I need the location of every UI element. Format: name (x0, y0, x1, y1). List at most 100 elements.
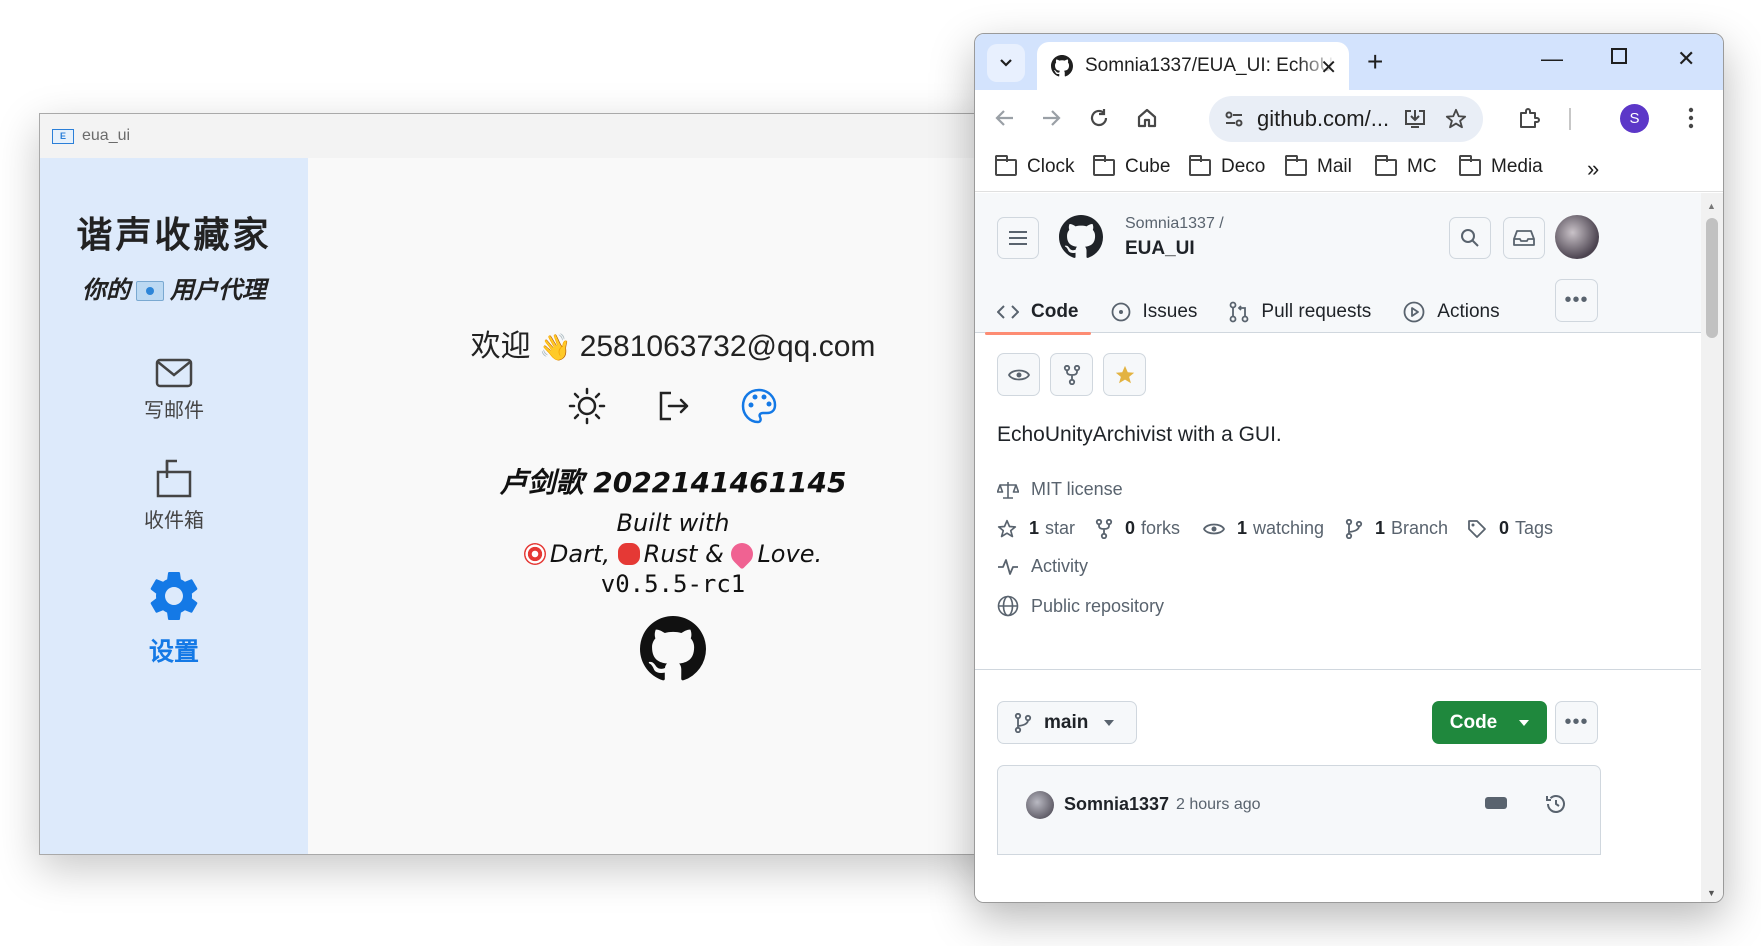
profile-avatar[interactable]: S (1620, 104, 1649, 133)
scroll-up-icon[interactable]: ▲ (1707, 201, 1716, 211)
github-mark-icon[interactable] (1059, 215, 1103, 259)
new-tab-button[interactable]: + (1367, 46, 1383, 78)
bookmark-deco[interactable]: Deco (1189, 154, 1266, 178)
watching-label: watching (1253, 518, 1325, 538)
folder-icon (1093, 154, 1115, 176)
folder-icon (995, 154, 1017, 176)
fork-button[interactable] (1050, 353, 1093, 396)
folder-icon (1375, 154, 1397, 176)
reload-button[interactable] (1085, 104, 1113, 132)
commit-author[interactable]: Somnia1337 (1064, 794, 1169, 815)
commit-author-avatar[interactable] (1026, 791, 1054, 819)
app-window-title: eua_ui (82, 127, 131, 144)
section-divider (975, 669, 1701, 670)
nav-settings-label: 设置 (148, 637, 199, 666)
reload-icon (1090, 109, 1108, 127)
hamburger-menu-button[interactable] (997, 217, 1039, 259)
eye-icon (1007, 369, 1030, 380)
page-scrollbar[interactable]: ▲ ▼ (1701, 193, 1723, 902)
watch-button[interactable] (997, 353, 1040, 396)
more-tabs-button[interactable]: ••• (1555, 279, 1598, 322)
github-logo-icon[interactable] (640, 616, 706, 682)
bookmark-star-icon[interactable] (1445, 108, 1467, 130)
forks-link[interactable]: 0 forks (1095, 518, 1180, 539)
tab-pull-requests-label: Pull requests (1261, 301, 1372, 322)
user-avatar[interactable] (1555, 215, 1599, 259)
tab-search-button[interactable] (987, 44, 1025, 82)
branch-name: main (1044, 711, 1089, 733)
author-line: 卢剑歌 2022141461145 (499, 466, 847, 499)
star-button[interactable] (1103, 353, 1146, 396)
tags-link[interactable]: 0 Tags (1467, 518, 1553, 539)
folder-icon (1189, 154, 1211, 176)
bookmarks-overflow-button[interactable]: » (1587, 156, 1599, 182)
bookmark-mc[interactable]: MC (1375, 154, 1437, 178)
search-button[interactable] (1449, 217, 1491, 259)
bookmark-cube[interactable]: Cube (1093, 154, 1170, 178)
visibility-info: Public repository (997, 595, 1164, 617)
caret-down-icon (1519, 719, 1530, 726)
user-email: 2581063732@qq.com (579, 330, 876, 363)
extensions-button[interactable] (1515, 104, 1543, 132)
app-titlebar[interactable]: E eua_ui (40, 114, 1038, 158)
branch-selector[interactable]: main (997, 701, 1137, 744)
home-button[interactable] (1133, 104, 1161, 132)
version-label: v0.5.5-rc1 (600, 570, 746, 598)
address-bar[interactable]: github.com/... (1209, 96, 1483, 142)
tab-close-icon[interactable]: ✕ (1320, 55, 1337, 80)
bookmark-media[interactable]: Media (1459, 154, 1543, 178)
tab-code-label: Code (1031, 301, 1079, 322)
watching-link[interactable]: 1 watching (1203, 518, 1324, 539)
repo-owner-link[interactable]: Somnia1337 / (1125, 215, 1224, 233)
close-window-button[interactable]: ✕ (1677, 46, 1695, 72)
fork-icon (1095, 518, 1113, 539)
activity-link[interactable]: Activity (997, 556, 1088, 577)
branches-link[interactable]: 1 Branch (1345, 518, 1448, 539)
commit-message-toggle-icon[interactable] (1485, 797, 1507, 809)
back-button[interactable] (991, 104, 1019, 132)
folder-icon (1459, 154, 1481, 176)
minimize-button[interactable]: — (1541, 46, 1563, 72)
bookmark-clock[interactable]: Clock (995, 154, 1075, 178)
repo-name-link[interactable]: EUA_UI (1125, 238, 1195, 260)
palette-icon[interactable] (739, 386, 779, 426)
browser-menu-button[interactable] (1677, 104, 1705, 132)
inbox-icon (156, 459, 192, 498)
bookmark-mail[interactable]: Mail (1285, 154, 1352, 178)
theme-toggle-icon[interactable] (567, 386, 607, 426)
bookmark-label: Deco (1221, 156, 1266, 177)
tab-actions[interactable]: Actions (1403, 291, 1500, 333)
browser-tab-active[interactable]: Somnia1337/EUA_UI: EchoUnityArchivist wi… (1037, 42, 1349, 90)
stars-link[interactable]: 1 star (997, 518, 1075, 539)
activity-label: Activity (1031, 556, 1089, 576)
eye-icon (1203, 523, 1225, 534)
heart-emoji-icon (726, 538, 758, 570)
bookmark-label: Mail (1317, 156, 1352, 177)
brand-sub-left: 你的 (82, 276, 130, 304)
install-app-icon[interactable] (1403, 108, 1427, 130)
repo-more-button[interactable]: ••• (1555, 701, 1598, 744)
maximize-button[interactable] (1611, 48, 1627, 64)
inbox-button[interactable] (1503, 217, 1545, 259)
license-link[interactable]: MIT license (997, 479, 1123, 500)
nav-compose[interactable]: 写邮件 (40, 358, 308, 423)
code-dropdown-button[interactable]: Code (1432, 701, 1547, 744)
target-emoji-icon (523, 543, 546, 565)
tab-pull-requests[interactable]: Pull requests (1229, 291, 1371, 333)
code-icon (997, 305, 1019, 319)
logout-icon[interactable] (653, 386, 693, 426)
scrollbar-thumb[interactable] (1706, 218, 1718, 338)
history-icon[interactable] (1544, 792, 1568, 816)
settings-panel: 欢迎 👋 2581063732@qq.com 卢剑歌 2022141461145… (308, 158, 1038, 854)
forward-button[interactable] (1037, 104, 1065, 132)
latest-commit-box: Somnia1337 2 hours ago (997, 765, 1601, 855)
built-rust: Rust & (643, 540, 724, 568)
tab-code[interactable]: Code (985, 291, 1090, 335)
visibility-label: Public repository (1031, 595, 1165, 616)
nav-settings[interactable]: 设置 (40, 566, 308, 668)
arrow-right-icon (1043, 110, 1061, 126)
nav-inbox[interactable]: 收件箱 (40, 458, 308, 533)
scroll-down-icon[interactable]: ▼ (1707, 888, 1716, 898)
envelope-emoji-icon (136, 281, 164, 301)
tab-issues[interactable]: Issues (1111, 291, 1197, 333)
